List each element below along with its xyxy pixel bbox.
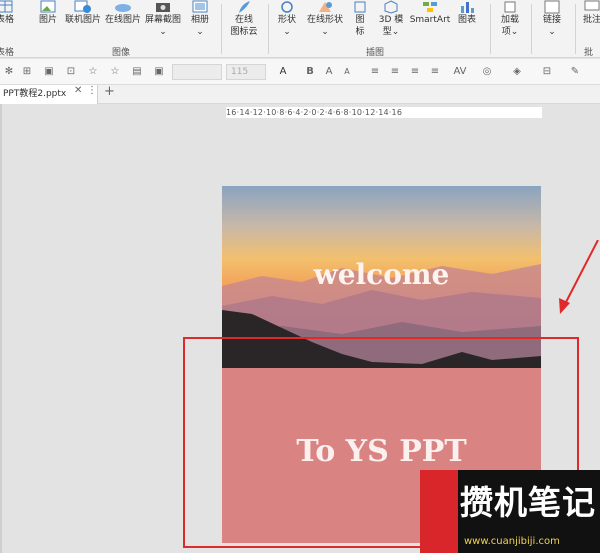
globe-picture-icon <box>74 0 92 14</box>
thumbnail-panel-edge[interactable] <box>0 104 2 553</box>
font-family-select[interactable] <box>172 64 222 80</box>
group-divider <box>268 4 269 54</box>
picture-icon <box>39 0 57 14</box>
settings-icon[interactable]: ✻ <box>2 65 16 79</box>
album-icon <box>191 0 209 14</box>
font-color-button[interactable]: A <box>276 65 290 79</box>
addins-button[interactable]: 加载 项⌄ <box>496 0 524 38</box>
layout-icon[interactable]: ▣ <box>42 65 56 79</box>
icon-button[interactable]: 图 标 <box>350 0 370 38</box>
smartart-icon <box>421 0 439 14</box>
chart-icon <box>458 0 476 14</box>
smartart-button[interactable]: SmartArt <box>407 0 453 27</box>
add-tab-icon[interactable]: + <box>104 84 115 99</box>
justify-icon[interactable]: ≡ <box>428 65 442 79</box>
camera-icon <box>154 0 172 14</box>
comment-icon <box>583 0 600 14</box>
online-picture-button[interactable]: 联机图片 <box>64 0 102 27</box>
online-shapes-button[interactable]: 在线形状 ⌄ <box>304 0 346 38</box>
text-box-icon[interactable]: ▤ <box>130 65 144 79</box>
more-icon[interactable]: ⋮ <box>87 85 97 96</box>
tab-label: PPT教程2.pptx <box>3 89 67 99</box>
decrease-font-button[interactable]: A <box>340 65 354 79</box>
document-tab-bar: PPT教程2.pptx ✕ ⋮ + <box>0 84 600 104</box>
watermark-title: 攒机笔记 <box>460 483 596 522</box>
chart-button[interactable]: 图表 <box>455 0 479 27</box>
image-frame-icon[interactable]: ▣ <box>152 65 166 79</box>
addin-icon <box>501 0 519 14</box>
feather-icon <box>235 0 253 14</box>
pen-icon[interactable]: ✎ <box>568 65 582 79</box>
group-label-images: 图像 <box>112 48 131 58</box>
shape-fill-icon[interactable]: ◎ <box>480 65 494 79</box>
font-size-select[interactable]: 115 <box>226 64 266 80</box>
horizontal-ruler: 16·14·12·10·8·6·4·2·0·2·4·6·8·10·12·14·1… <box>226 107 542 118</box>
group-divider <box>221 4 222 54</box>
slide-title[interactable]: welcome <box>222 258 541 291</box>
icon-library-icon <box>351 0 369 14</box>
cloud-picture-icon <box>114 0 132 14</box>
ribbon-toolbar: 表格 图片 联机图片 在线图片 屏幕截图 ⌄ 相册 ⌄ 在线 图标云 形状 ⌄ … <box>0 0 600 71</box>
screenshot-button[interactable]: 屏幕截图 ⌄ <box>144 0 182 38</box>
group-label-illustrations: 插图 <box>366 48 385 58</box>
picture-button[interactable]: 图片 <box>36 0 60 27</box>
format-painter-icon[interactable]: ⊡ <box>64 65 78 79</box>
album-button[interactable]: 相册 ⌄ <box>188 0 212 38</box>
group-divider <box>531 4 532 54</box>
group-label-table: 表格 <box>0 48 15 58</box>
link-button[interactable]: 链接 ⌄ <box>538 0 566 38</box>
cube-icon <box>382 0 400 14</box>
icon-cloud-button[interactable]: 在线 图标云 <box>229 0 259 38</box>
annotation-arrow-icon <box>548 239 600 315</box>
outline-icon[interactable]: ⊟ <box>540 65 554 79</box>
shapes-icon <box>278 0 296 14</box>
table-button[interactable]: 表格 <box>0 0 16 27</box>
align-center-icon[interactable]: ≡ <box>388 65 402 79</box>
watermark-logo: 攒机笔记 www.cuanjibiji.com <box>420 470 600 553</box>
tab-ppt-document[interactable]: PPT教程2.pptx <box>0 85 98 104</box>
align-right-icon[interactable]: ≡ <box>408 65 422 79</box>
increase-font-button[interactable]: A <box>322 65 336 79</box>
comment-button[interactable]: 批注 <box>580 0 600 27</box>
fill-bucket-icon[interactable]: ◈ <box>510 65 524 79</box>
bold-button[interactable]: B <box>303 65 317 79</box>
watermark-url: www.cuanjibiji.com <box>464 536 560 547</box>
align-left-icon[interactable]: ≡ <box>368 65 382 79</box>
star-outline-icon[interactable]: ☆ <box>108 65 122 79</box>
star-icon[interactable]: ☆ <box>86 65 100 79</box>
group-divider <box>490 4 491 54</box>
character-spacing-button[interactable]: AV <box>450 65 470 79</box>
group-divider <box>575 4 576 54</box>
close-icon[interactable]: ✕ <box>74 85 82 96</box>
web-picture-button[interactable]: 在线图片 <box>104 0 142 27</box>
table-icon <box>0 0 14 14</box>
link-icon <box>543 0 561 14</box>
shapes-button[interactable]: 形状 ⌄ <box>274 0 300 38</box>
3d-model-button[interactable]: 3D 模 型⌄ <box>376 0 406 38</box>
presenter-icon[interactable]: ⊞ <box>20 65 34 79</box>
format-toolbar: ✻ ⊞ ▣ ⊡ ☆ ☆ ▤ ▣ 115 A B A A ≡ ≡ ≡ ≡ AV ◎… <box>0 59 600 85</box>
online-shapes-icon <box>316 0 334 14</box>
